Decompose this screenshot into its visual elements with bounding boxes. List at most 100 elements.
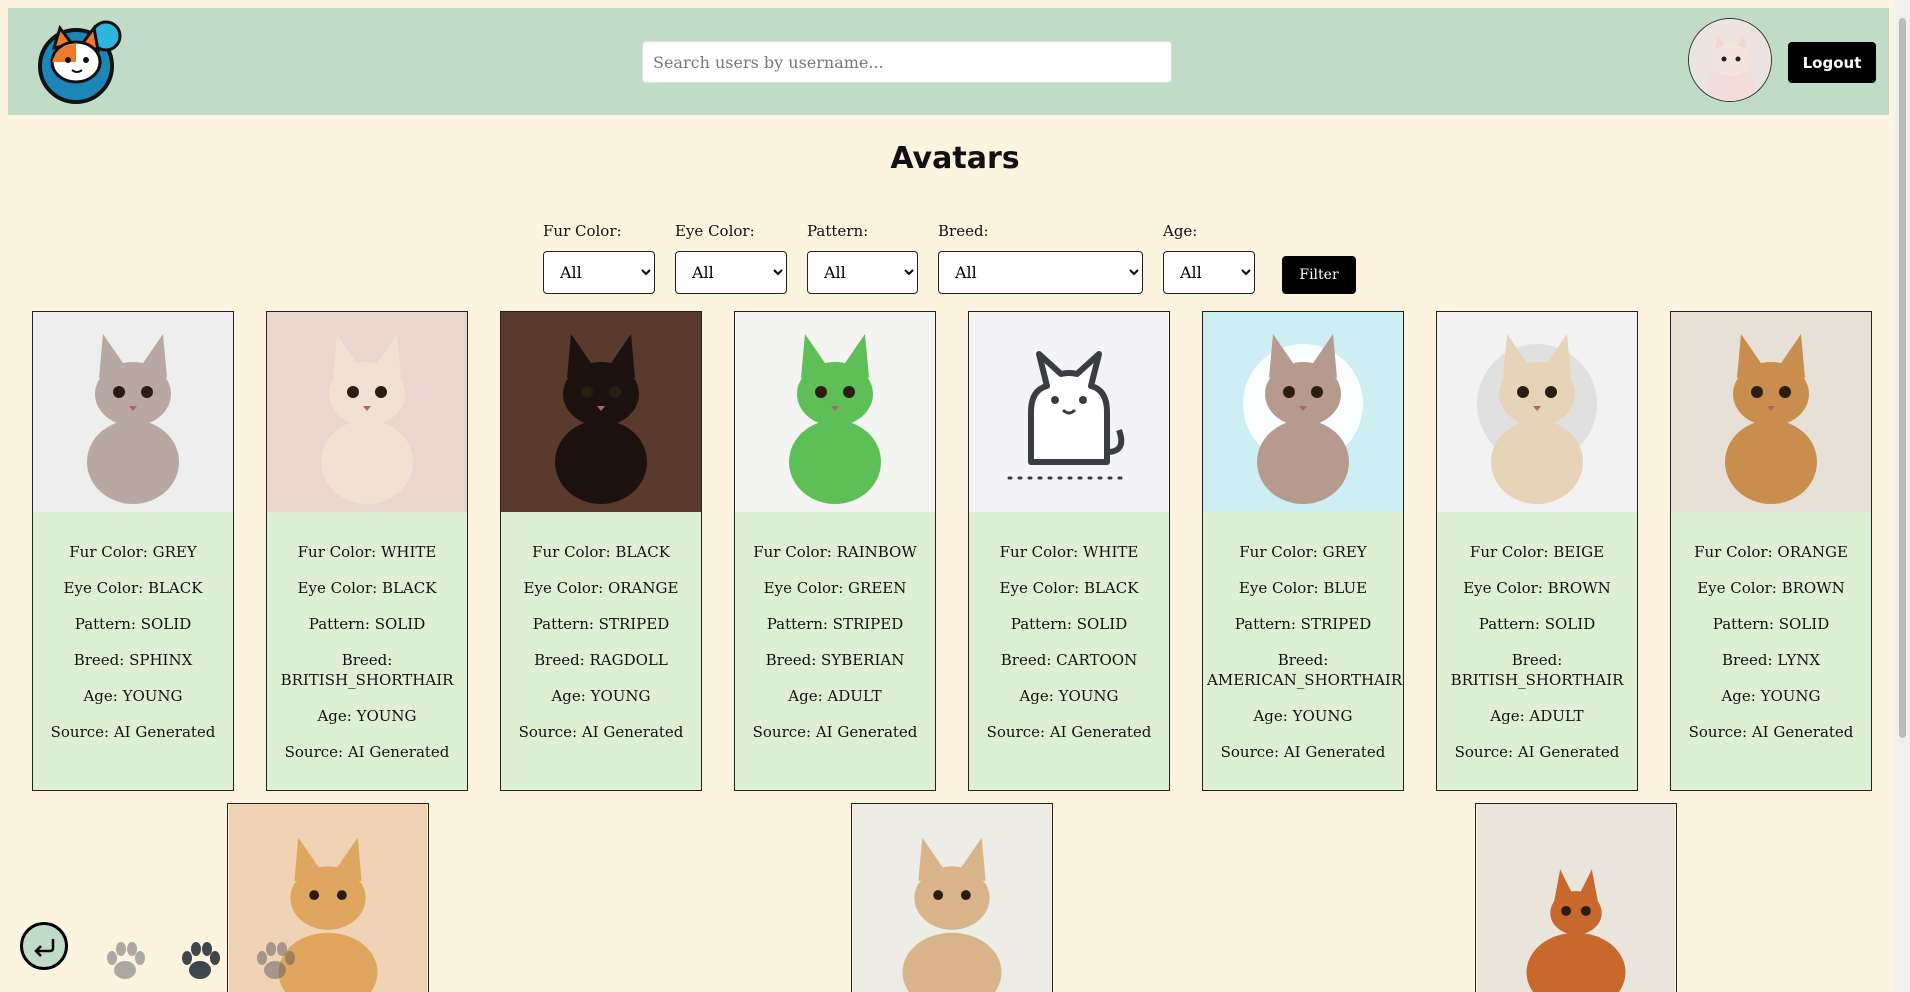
search-users-input[interactable] xyxy=(642,41,1172,83)
eye-color-filter: Eye Color: All xyxy=(675,222,787,294)
source-text: Source: AI Generated xyxy=(1220,743,1386,761)
avatar-card[interactable]: Fur Color: RAINBOW Eye Color: GREEN Patt… xyxy=(734,311,936,791)
user-avatar[interactable] xyxy=(1688,18,1772,102)
eye-color-text: Eye Color: GREEN xyxy=(763,579,907,597)
pattern-label: Pattern: xyxy=(807,222,869,240)
avatar-info: Fur Color: BEIGE Eye Color: BROWN Patter… xyxy=(1437,512,1637,762)
paw-icon[interactable] xyxy=(102,938,148,984)
breed-text: Breed: LYNX xyxy=(1721,651,1821,669)
age-label: Age: xyxy=(1163,222,1198,240)
pattern-select[interactable]: All xyxy=(807,251,918,294)
breed-text: Breed: AMERICAN_SHORTHAIR xyxy=(1207,651,1403,689)
pattern-filter: Pattern: All xyxy=(807,222,918,294)
pattern-text: Pattern: STRIPED xyxy=(1234,615,1372,633)
age-text: Age: YOUNG xyxy=(317,707,417,725)
avatar-info: Fur Color: RAINBOW Eye Color: GREEN Patt… xyxy=(735,512,935,742)
fur-color-text: Fur Color: ORANGE xyxy=(1694,543,1848,561)
breed-text: Breed: BRITISH_SHORTHAIR xyxy=(280,651,454,689)
back-button[interactable] xyxy=(20,922,68,970)
pattern-text: Pattern: SOLID xyxy=(1010,615,1128,633)
avatar-info: Fur Color: GREY Eye Color: BLACK Pattern… xyxy=(33,512,233,742)
app-logo-icon[interactable] xyxy=(36,18,126,108)
fur-color-text: Fur Color: BLACK xyxy=(532,543,670,561)
breed-text: Breed: BRITISH_SHORTHAIR xyxy=(1450,651,1624,689)
age-text: Age: YOUNG xyxy=(1253,707,1353,725)
eye-color-text: Eye Color: BROWN xyxy=(1463,579,1611,597)
avatar-card[interactable]: Fur Color: ORANGE Eye Color: BROWN Patte… xyxy=(1670,311,1872,791)
source-text: Source: AI Generated xyxy=(752,723,918,741)
fur-color-filter: Fur Color: All xyxy=(543,222,655,294)
scrollbar-thumb[interactable] xyxy=(1899,18,1906,738)
logout-button[interactable]: Logout xyxy=(1788,42,1876,83)
fur-color-text: Fur Color: WHITE xyxy=(999,543,1139,561)
eye-color-text: Eye Color: ORANGE xyxy=(523,579,679,597)
avatar-image xyxy=(267,312,467,512)
avatar-card[interactable]: Fur Color: BEIGE Eye Color: BROWN Patter… xyxy=(1436,311,1638,791)
top-header: Logout xyxy=(8,8,1889,115)
breed-filter: Breed: All xyxy=(938,222,1143,294)
age-filter: Age: All xyxy=(1163,222,1255,294)
fur-color-text: Fur Color: RAINBOW xyxy=(753,543,917,561)
pattern-text: Pattern: SOLID xyxy=(1478,615,1596,633)
eye-color-select[interactable]: All xyxy=(675,251,787,294)
source-text: Source: AI Generated xyxy=(50,723,216,741)
source-text: Source: AI Generated xyxy=(986,723,1152,741)
paw-icon[interactable] xyxy=(252,938,298,984)
fur-color-text: Fur Color: BEIGE xyxy=(1469,543,1605,561)
age-text: Age: ADULT xyxy=(788,687,882,705)
source-text: Source: AI Generated xyxy=(284,743,450,761)
page-title: Avatars xyxy=(890,141,1020,176)
avatar-card[interactable]: Fur Color: GREY Eye Color: BLUE Pattern:… xyxy=(1202,311,1404,791)
avatar-image xyxy=(1671,312,1871,512)
avatar-card[interactable]: Fur Color: BLACK Eye Color: ORANGE Patte… xyxy=(500,311,702,791)
avatar-info: Fur Color: BLACK Eye Color: ORANGE Patte… xyxy=(501,512,701,742)
avatar-info: Fur Color: GREY Eye Color: BLUE Pattern:… xyxy=(1203,512,1403,762)
avatar-image xyxy=(853,804,1051,992)
eye-color-text: Eye Color: BLACK xyxy=(63,579,203,597)
age-text: Age: YOUNG xyxy=(551,687,651,705)
age-text: Age: YOUNG xyxy=(1019,687,1119,705)
breed-select[interactable]: All xyxy=(938,251,1143,294)
source-text: Source: AI Generated xyxy=(518,723,684,741)
avatar-card[interactable]: Fur Color: GREY Eye Color: BLACK Pattern… xyxy=(32,311,234,791)
avatar-image xyxy=(735,312,935,512)
breed-text: Breed: SYBERIAN xyxy=(765,651,905,669)
age-text: Age: YOUNG xyxy=(83,687,183,705)
breed-label: Breed: xyxy=(938,222,989,240)
avatar-card[interactable]: Fur Color: WHITE Eye Color: BLACK Patter… xyxy=(266,311,468,791)
source-text: Source: AI Generated xyxy=(1454,743,1620,761)
eye-color-text: Eye Color: BLACK xyxy=(999,579,1139,597)
avatar-image xyxy=(33,312,233,512)
avatar-info: Fur Color: WHITE Eye Color: BLACK Patter… xyxy=(969,512,1169,742)
breed-text: Breed: RAGDOLL xyxy=(534,651,668,669)
pattern-text: Pattern: SOLID xyxy=(308,615,426,633)
eye-color-text: Eye Color: BROWN xyxy=(1697,579,1845,597)
pattern-text: Pattern: SOLID xyxy=(1712,615,1830,633)
eye-color-text: Eye Color: BLACK xyxy=(297,579,437,597)
eye-color-label: Eye Color: xyxy=(675,222,755,240)
avatar-image xyxy=(1203,312,1403,512)
pattern-text: Pattern: SOLID xyxy=(74,615,192,633)
fur-color-label: Fur Color: xyxy=(543,222,622,240)
breed-text: Breed: CARTOON xyxy=(1000,651,1138,669)
age-text: Age: ADULT xyxy=(1490,707,1584,725)
avatar-image xyxy=(969,312,1169,512)
pattern-text: Pattern: STRIPED xyxy=(532,615,670,633)
avatar-card[interactable] xyxy=(1475,803,1677,992)
fur-color-text: Fur Color: GREY xyxy=(69,543,197,561)
eye-color-text: Eye Color: BLUE xyxy=(1238,579,1368,597)
age-select[interactable]: All xyxy=(1163,251,1255,294)
filter-button[interactable]: Filter xyxy=(1282,256,1356,294)
age-text: Age: YOUNG xyxy=(1721,687,1821,705)
pattern-text: Pattern: STRIPED xyxy=(766,615,904,633)
page-scrollbar[interactable] xyxy=(1895,0,1910,992)
source-text: Source: AI Generated xyxy=(1688,723,1854,741)
avatar-card[interactable]: Fur Color: WHITE Eye Color: BLACK Patter… xyxy=(968,311,1170,791)
paw-icon[interactable] xyxy=(177,938,223,984)
fur-color-text: Fur Color: GREY xyxy=(1239,543,1367,561)
avatar-info: Fur Color: ORANGE Eye Color: BROWN Patte… xyxy=(1671,512,1871,742)
breed-text: Breed: SPHINX xyxy=(73,651,193,669)
avatar-card[interactable] xyxy=(851,803,1053,992)
fur-color-select[interactable]: All xyxy=(543,251,655,294)
fur-color-text: Fur Color: WHITE xyxy=(297,543,437,561)
